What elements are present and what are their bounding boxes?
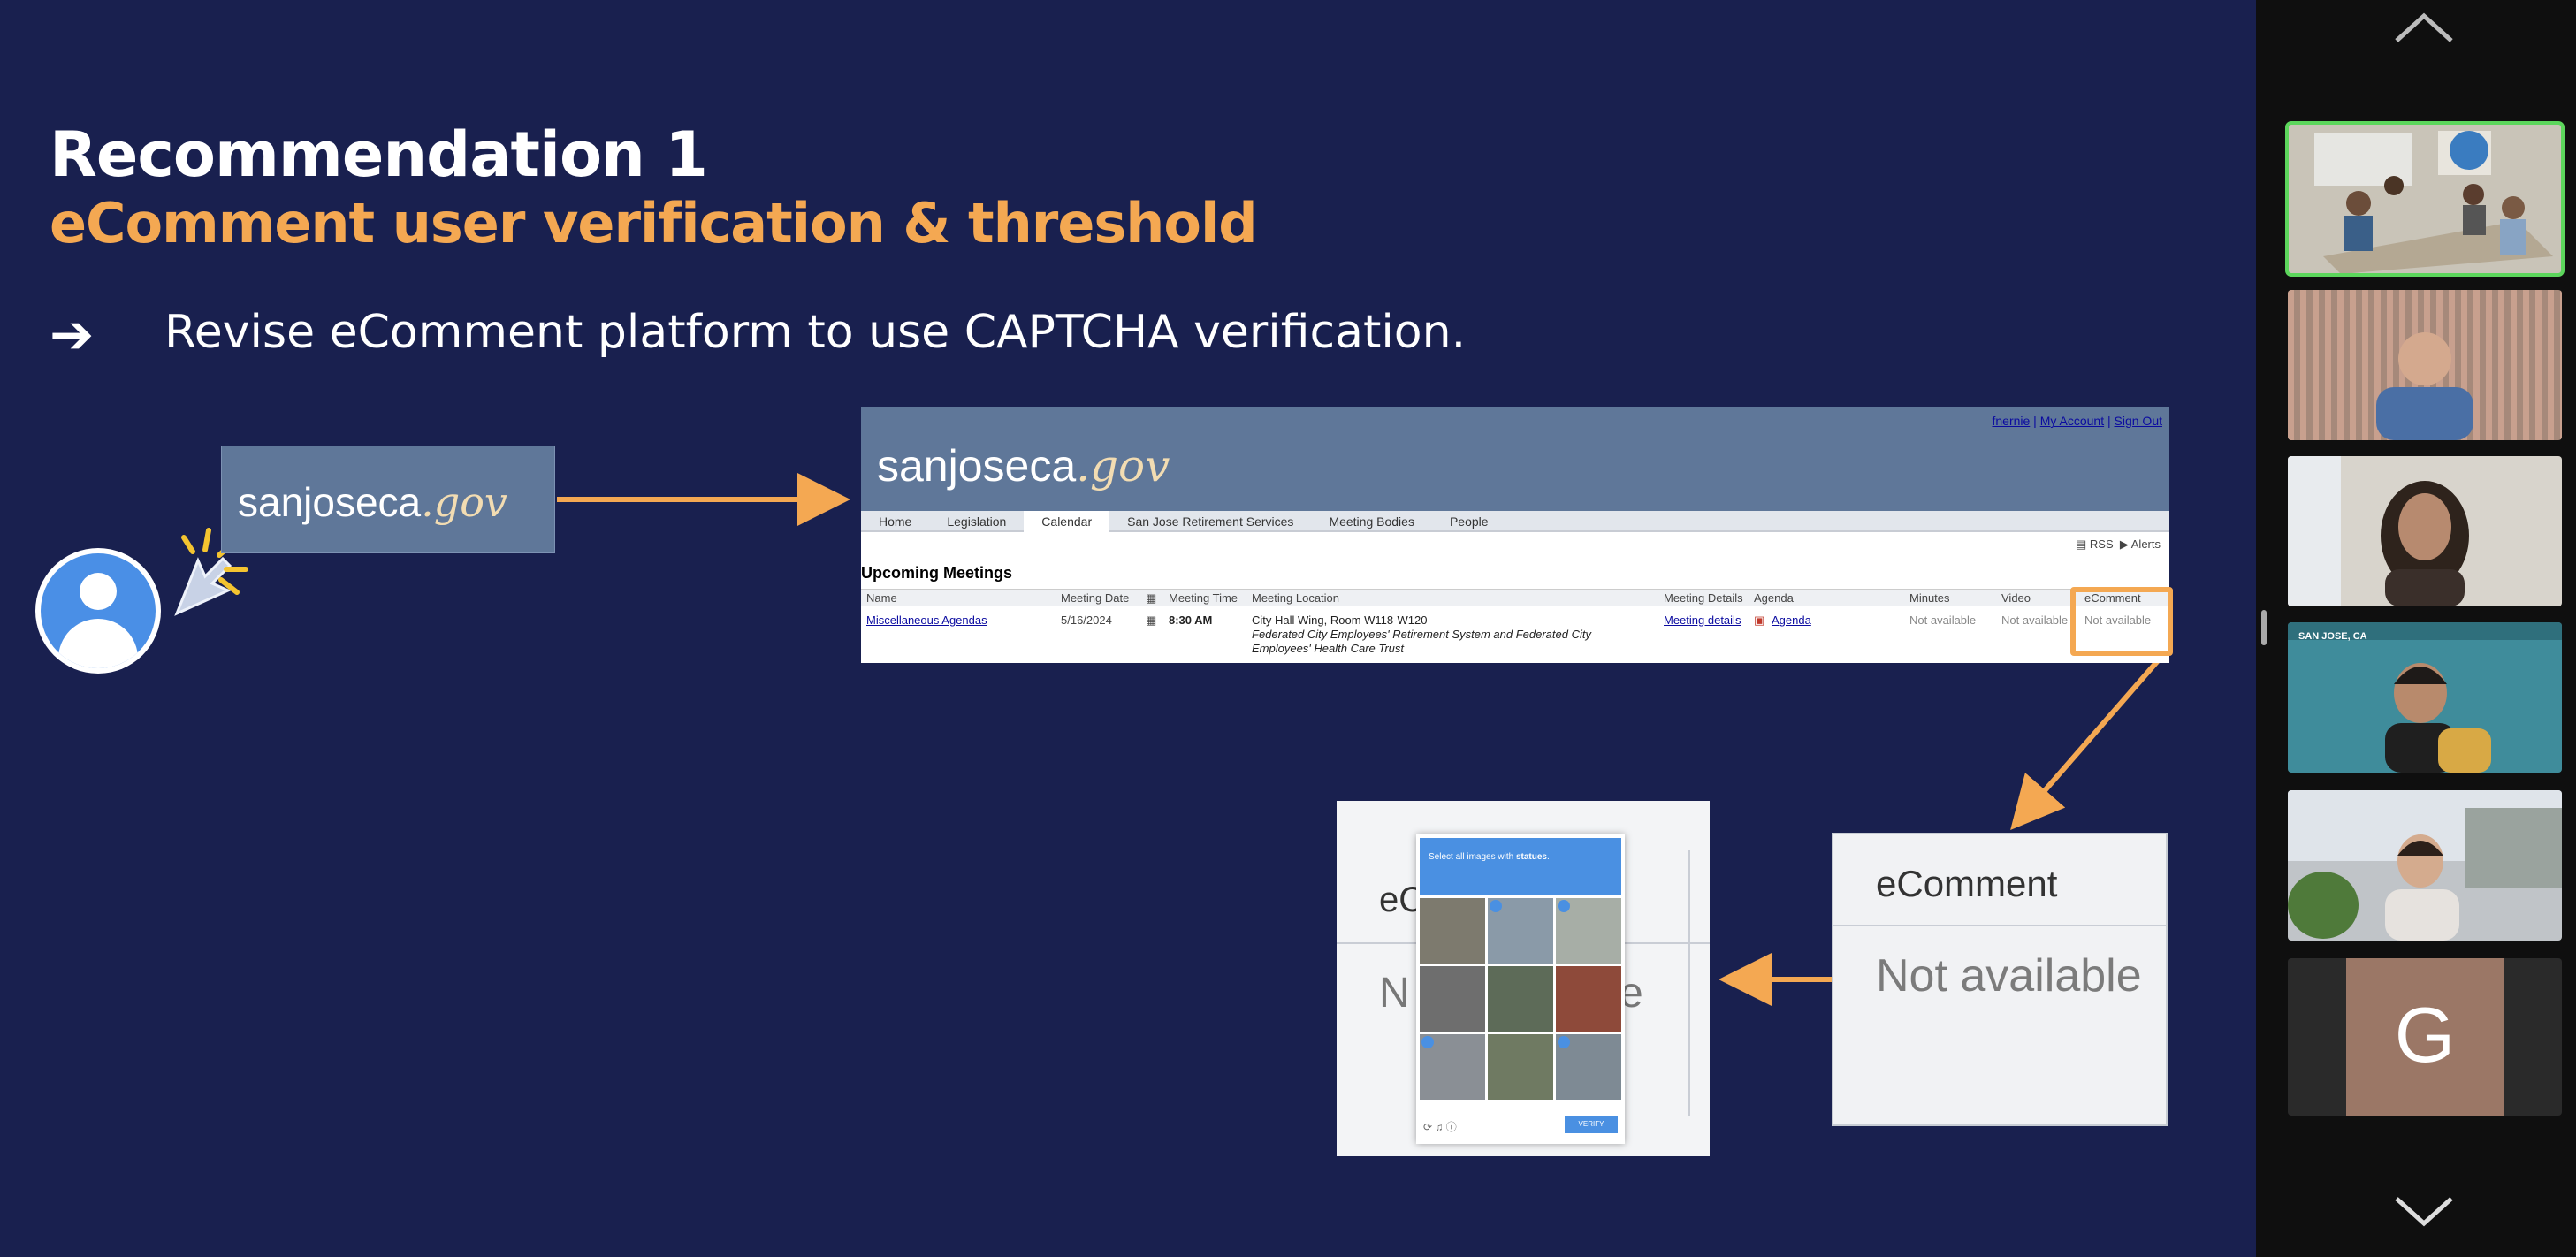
audio-icon[interactable]: ♫: [1435, 1121, 1443, 1133]
panel-scrollbar[interactable]: [2261, 610, 2267, 645]
pdf-icon: ▣: [1754, 613, 1765, 627]
user-link[interactable]: fnernie: [1992, 414, 2030, 428]
captcha-instructions: Select all images with statues.: [1420, 838, 1621, 895]
checkmark-icon: [1421, 1036, 1434, 1048]
video-value: Not available: [2001, 613, 2069, 627]
captcha-tile[interactable]: [1556, 898, 1621, 964]
captcha-tile[interactable]: [1556, 966, 1621, 1032]
meeting-details-link[interactable]: Meeting details: [1664, 613, 1741, 627]
ecomment-highlight: [2070, 587, 2173, 656]
scroll-down-icon[interactable]: [2393, 1193, 2455, 1229]
meeting-location-body: Federated City Employees' Retirement Sys…: [1252, 628, 1591, 641]
calendar-icon: ▦: [1146, 591, 1157, 605]
site-header: sanjoseca.gov fnernie | My Account | Sig…: [861, 407, 2169, 511]
captcha-grid: [1420, 898, 1621, 1100]
meeting-location: City Hall Wing, Room W118-W120: [1252, 613, 1428, 627]
avatar: G: [2346, 958, 2504, 1116]
captcha-tile[interactable]: [1420, 898, 1485, 964]
captcha-tile[interactable]: [1420, 966, 1485, 1032]
info-icon[interactable]: ⓘ: [1446, 1121, 1457, 1133]
meeting-date: 5/16/2024: [1061, 613, 1112, 627]
meeting-location-body-2: Employees' Health Care Trust: [1252, 642, 1405, 655]
video-tile-participant-4[interactable]: SAN JOSE, CA: [2288, 622, 2562, 773]
tab-meeting-bodies[interactable]: Meeting Bodies: [1311, 511, 1432, 532]
captcha-challenge: Select all images with statues. ⟳ ♫ ⓘ VE…: [1416, 834, 1625, 1144]
captcha-tile[interactable]: [1488, 898, 1553, 964]
col-minutes: Minutes: [1909, 591, 1950, 605]
site-logo[interactable]: sanjoseca.gov: [877, 440, 1170, 491]
section-title: Upcoming Meetings: [861, 564, 1013, 582]
tab-retirement-services[interactable]: San Jose Retirement Services: [1109, 511, 1311, 532]
video-tile-initial[interactable]: G: [2288, 958, 2562, 1116]
col-details: Meeting Details: [1664, 591, 1743, 605]
col-name: Name: [866, 591, 897, 605]
tab-legislation[interactable]: Legislation: [929, 511, 1024, 532]
col-video: Video: [2001, 591, 2031, 605]
minutes-value: Not available: [1909, 613, 1977, 627]
arrow-site-to-zoom: [2010, 656, 2163, 831]
captcha-tile[interactable]: [1420, 1034, 1485, 1100]
meeting-time: 8:30 AM: [1169, 613, 1213, 627]
col-location: Meeting Location: [1252, 591, 1340, 605]
tab-people[interactable]: People: [1432, 511, 1506, 532]
ghost-text-left: N: [1379, 970, 1410, 1017]
city-website-screenshot: sanjoseca.gov fnernie | My Account | Sig…: [861, 407, 2169, 663]
alerts-link[interactable]: Alerts: [2131, 537, 2161, 551]
checkmark-icon: [1558, 1036, 1570, 1048]
site-nav: Home Legislation Calendar San Jose Retireme…: [861, 511, 2169, 532]
rss-link[interactable]: RSS: [2090, 537, 2114, 551]
scroll-up-icon[interactable]: [2393, 11, 2455, 46]
video-tile-participant-2[interactable]: [2288, 290, 2562, 440]
reload-icon[interactable]: ⟳: [1423, 1121, 1432, 1133]
captcha-footer-icons: ⟳ ♫ ⓘ: [1423, 1119, 1457, 1134]
rss-icon: ▤: [2075, 537, 2087, 551]
captcha-tile[interactable]: [1488, 1034, 1553, 1100]
checkmark-icon: [1490, 900, 1502, 912]
tab-home[interactable]: Home: [861, 511, 929, 532]
table-header: Name Meeting Date ▦ Meeting Time Meeting…: [861, 589, 2169, 606]
alerts-icon: ▶: [2119, 537, 2129, 551]
checkmark-icon: [1558, 900, 1570, 912]
location-label: SAN JOSE, CA: [2298, 631, 2367, 642]
captcha-mockup: eC N e Select all images with statues. ⟳…: [1337, 801, 1710, 1156]
calendar-icon[interactable]: ▦: [1146, 613, 1156, 628]
meeting-name-link[interactable]: Miscellaneous Agendas: [866, 613, 987, 627]
col-agenda: Agenda: [1754, 591, 1794, 605]
ecomment-zoom-panel: eComment Not available: [1832, 833, 2168, 1126]
captcha-tile[interactable]: [1488, 966, 1553, 1032]
video-tile-participant-5[interactable]: [2288, 790, 2562, 941]
agenda-link[interactable]: Agenda: [1772, 613, 1811, 627]
ecomment-status: Not available: [1876, 950, 2142, 1002]
video-tile-participant-3[interactable]: [2288, 456, 2562, 606]
my-account-link[interactable]: My Account: [2040, 414, 2104, 428]
feed-links: ▤ RSS ▶ Alerts: [2076, 537, 2161, 552]
col-date: Meeting Date: [1061, 591, 1130, 605]
verify-button[interactable]: VERIFY: [1565, 1116, 1618, 1133]
presentation-slide: Recommendation 1 eComment user verificat…: [0, 0, 2256, 1257]
tab-calendar[interactable]: Calendar: [1024, 511, 1110, 532]
captcha-tile[interactable]: [1556, 1034, 1621, 1100]
video-tile-conference-room[interactable]: [2285, 121, 2565, 277]
sign-out-link[interactable]: Sign Out: [2115, 414, 2162, 428]
participant-initial: G: [2394, 991, 2456, 1078]
ecomment-heading: eComment: [1876, 863, 2058, 904]
account-links: fnernie | My Account | Sign Out: [1992, 414, 2162, 428]
col-time: Meeting Time: [1169, 591, 1238, 605]
